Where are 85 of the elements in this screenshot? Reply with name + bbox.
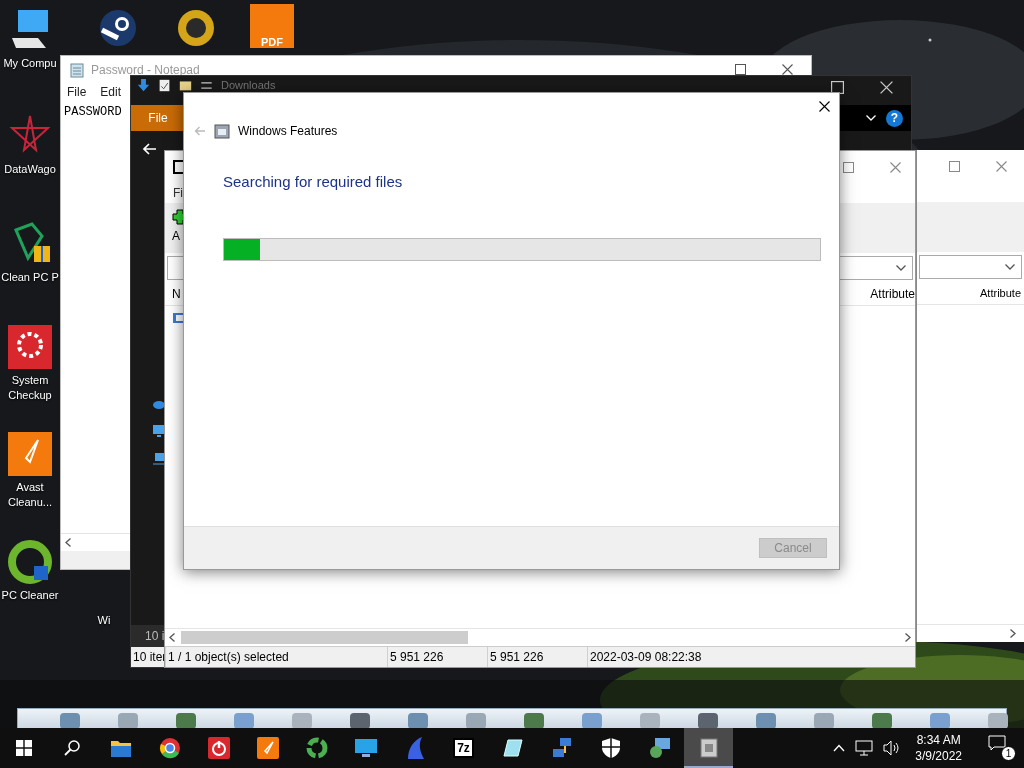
maximize-icon[interactable] [735, 64, 746, 75]
rocket-icon[interactable] [256, 737, 279, 759]
app-icon[interactable] [522, 711, 546, 729]
help-icon[interactable]: ? [886, 109, 903, 127]
icon-label[interactable]: Wi [74, 613, 134, 628]
status-text: 5 951 226 [387, 647, 487, 667]
column-header[interactable]: N [172, 287, 181, 301]
dialog-title: Windows Features [238, 124, 338, 138]
taskbar-button[interactable]: 7z [439, 728, 488, 768]
status-text: 5 951 226 [487, 647, 587, 667]
status-text: 1 / 1 object(s) selected [165, 647, 387, 667]
app-icon[interactable] [870, 711, 894, 729]
column-header[interactable]: Attribute [980, 287, 1021, 299]
browser-icon[interactable] [158, 737, 181, 759]
leaves-icon[interactable] [8, 540, 52, 584]
app-icon[interactable] [58, 711, 82, 729]
app-icon[interactable] [174, 711, 198, 729]
scroll-left-icon[interactable] [169, 633, 175, 642]
window-title: Password - Notepad [91, 62, 200, 77]
clock-time[interactable]: 8:34 AM [916, 732, 961, 748]
app-icon[interactable] [638, 711, 662, 729]
app-icon[interactable] [928, 711, 952, 729]
scroll-right-icon[interactable] [905, 633, 911, 642]
window-title: Downloads [221, 79, 276, 92]
clock-date[interactable]: 3/9/2022 [915, 748, 962, 764]
scrollbar-thumb[interactable] [181, 631, 468, 644]
menu-item[interactable]: File [67, 85, 87, 99]
setup-icon[interactable] [697, 736, 720, 758]
app-icon[interactable] [696, 711, 720, 729]
scroll-left-icon[interactable] [65, 538, 71, 547]
app-icon[interactable] [406, 711, 430, 729]
status-text: 2022-03-09 08:22:38 [587, 647, 915, 667]
close-icon[interactable] [782, 64, 793, 75]
download-arrow-icon[interactable] [137, 79, 150, 92]
chevron-down-icon[interactable] [896, 265, 906, 271]
menu-item[interactable]: Edit [100, 85, 122, 99]
ribbon-tab[interactable]: File [131, 105, 185, 131]
app-icon[interactable] [754, 711, 778, 729]
document-check-icon[interactable] [158, 79, 171, 92]
archive-icon[interactable]: 7z [453, 738, 474, 758]
power-icon[interactable] [207, 737, 230, 759]
gear-icon[interactable] [8, 325, 52, 369]
status-text: 10 iter [133, 650, 167, 664]
network-icon[interactable] [855, 740, 874, 756]
app-icon[interactable] [232, 711, 256, 729]
search-icon[interactable] [64, 740, 80, 756]
window-icon [214, 123, 230, 139]
windows-start-icon[interactable] [16, 740, 32, 756]
customize-icon[interactable] [200, 79, 213, 92]
network-icon[interactable] [153, 453, 165, 465]
volume-icon[interactable] [883, 740, 902, 756]
installer-icon[interactable] [648, 737, 671, 759]
monitor-icon[interactable] [153, 425, 165, 437]
icon-label[interactable]: My Compu [0, 56, 60, 71]
column-header[interactable]: Attribute [870, 287, 915, 301]
cloud-icon[interactable] [153, 399, 165, 409]
app-icon[interactable] [348, 711, 372, 729]
icon-label[interactable]: DataWago [0, 162, 60, 177]
monitor-icon[interactable] [353, 738, 378, 758]
network-icon[interactable] [550, 737, 573, 759]
chevron-down-icon[interactable] [1005, 264, 1015, 270]
app-icon[interactable] [290, 711, 314, 729]
dialog-heading: Searching for required files [222, 172, 404, 190]
folder-icon[interactable] [109, 738, 132, 758]
chevron-up-icon[interactable] [833, 744, 846, 752]
app-icon[interactable] [986, 711, 1010, 729]
app-icon[interactable] [464, 711, 488, 729]
scroll-right-icon[interactable] [1010, 629, 1016, 638]
icon-label[interactable]: Avast Cleanu... [0, 480, 60, 510]
notepad-icon [69, 61, 85, 78]
recycle-icon[interactable] [305, 737, 328, 759]
folder-icon[interactable] [179, 79, 192, 92]
document-text: PASSWORD [64, 105, 122, 119]
app-icon[interactable] [812, 711, 836, 729]
tablet-icon[interactable] [501, 737, 524, 759]
icon-label[interactable]: Clean PC P [0, 270, 60, 285]
icon-label[interactable]: PC Cleaner [0, 588, 60, 603]
app-icon[interactable] [580, 711, 604, 729]
menu-item[interactable]: Fi [173, 186, 183, 200]
app-icon[interactable] [116, 711, 140, 729]
toolbar-label[interactable]: A [172, 229, 180, 243]
shield-icon[interactable] [600, 737, 621, 759]
icon-label[interactable]: System Checkup [0, 373, 60, 403]
add-icon[interactable] [172, 209, 184, 225]
close-icon[interactable] [819, 100, 830, 112]
